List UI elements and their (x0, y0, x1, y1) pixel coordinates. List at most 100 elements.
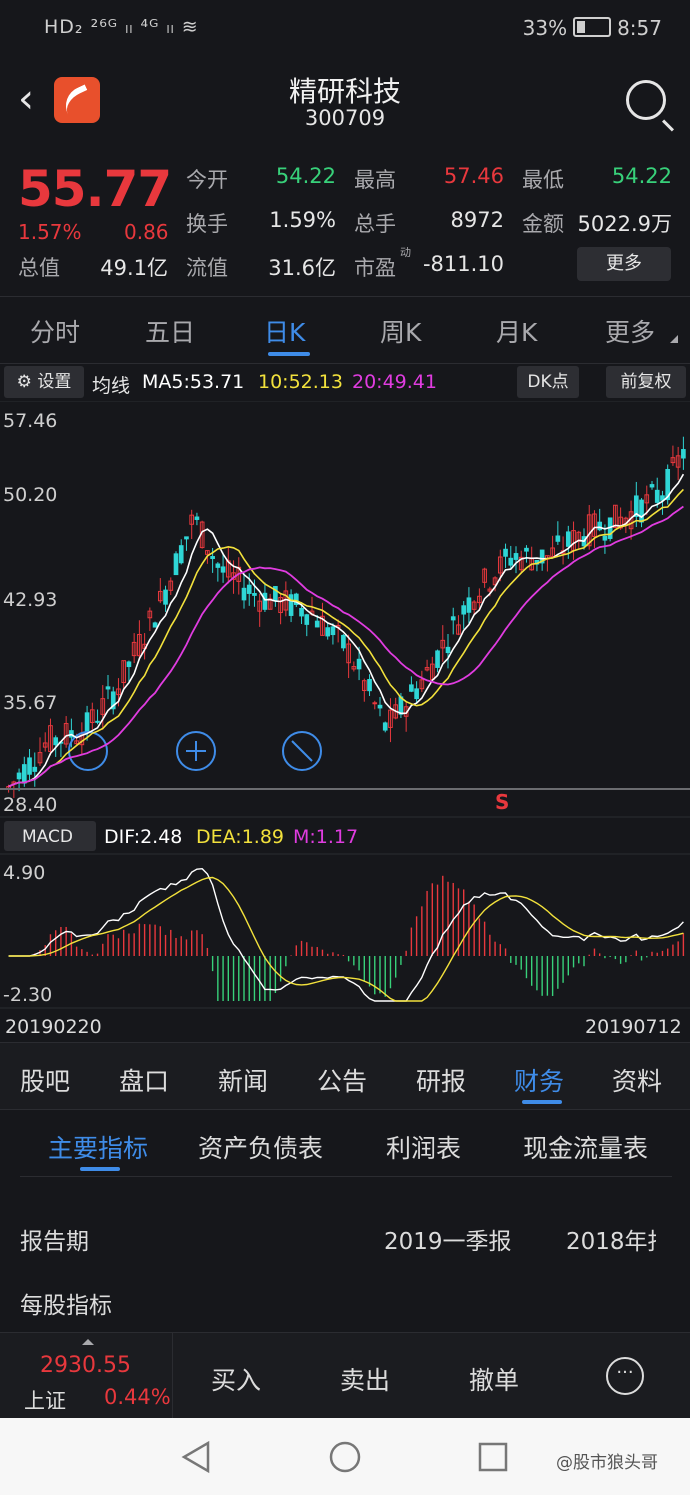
macd-label: MACD (22, 827, 73, 847)
tab-news[interactable]: 新闻 (218, 1062, 268, 1098)
candle (356, 658, 362, 670)
m-value: M:1.17 (293, 826, 358, 848)
y-tick-label: 50.20 (3, 484, 57, 506)
candle (105, 686, 111, 690)
tab-balance-sheet[interactable]: 资产负债表 (198, 1129, 323, 1165)
clock: 8:57 (617, 16, 662, 40)
stat-label: 换手 (186, 212, 228, 236)
tab-cash-flow[interactable]: 现金流量表 (523, 1129, 648, 1165)
candle (53, 737, 59, 746)
stat-pe: -811.10 (422, 252, 504, 276)
watermark: @股市狼头哥 (556, 1453, 658, 1473)
candle (84, 712, 90, 734)
x-start-date: 20190220 (5, 1016, 102, 1038)
corner-triangle-icon (670, 335, 678, 343)
dk-point-button[interactable]: DK点 (517, 366, 579, 398)
nav-recents-icon[interactable] (476, 1440, 510, 1474)
index-percent: 0.44% (104, 1385, 171, 1409)
more-icon[interactable]: ··· (606, 1357, 644, 1395)
candle (508, 557, 514, 566)
buy-button[interactable]: 买入 (211, 1361, 261, 1397)
battery-percent: 33% (522, 16, 568, 40)
active-subtab-indicator (80, 1167, 120, 1171)
y-tick-label: 57.46 (3, 410, 57, 432)
status-right: 33% 8:57 (523, 16, 662, 40)
candle (681, 449, 686, 459)
candle (32, 766, 38, 772)
fq-button[interactable]: 前复权 (606, 366, 686, 398)
tab-notice[interactable]: 公告 (317, 1062, 367, 1098)
candle (639, 499, 644, 523)
divider (20, 1176, 672, 1177)
candle (597, 521, 603, 531)
kline-chart[interactable]: 57.46 50.20 42.93 35.67 28.40 S MACD DIF… (0, 401, 690, 1041)
settings-button[interactable]: ⚙ 设置 (4, 366, 84, 398)
candle (304, 614, 310, 625)
app-header: ‹ 精研科技 300709 (0, 58, 690, 148)
kline-tabs: 分时 五日 日K 周K 月K 更多 (0, 297, 690, 364)
candle (173, 553, 179, 576)
tab-key-indicators[interactable]: 主要指标 (48, 1129, 148, 1165)
search-icon[interactable] (626, 80, 666, 120)
candle (330, 626, 336, 636)
tab-more[interactable]: 更多 (605, 313, 655, 349)
candle (341, 634, 346, 649)
tab-weekly-k[interactable]: 周K (380, 313, 421, 349)
report-period-q1[interactable]: 2019一季报 (384, 1222, 512, 1256)
more-button[interactable]: 更多 (577, 247, 671, 281)
tab-research[interactable]: 研报 (416, 1062, 466, 1098)
candle (215, 563, 221, 568)
candle (241, 587, 247, 601)
network-indicators: HD₂ ²⁶ᴳ ₗₗ ⁴ᴳ ₗₗ ≋ (44, 16, 199, 38)
candle (503, 548, 508, 557)
candle (450, 616, 456, 621)
report-period-annual[interactable]: 2018年报 (566, 1222, 656, 1256)
tab-intraday[interactable]: 分时 (30, 313, 80, 349)
candle (184, 536, 189, 540)
candle (252, 593, 257, 596)
ma10-value: 10:52.13 (258, 371, 343, 393)
finance-sub-tabs: 主要指标 资产负债表 利润表 现金流量表 (0, 1109, 690, 1177)
tab-guba[interactable]: 股吧 (20, 1062, 70, 1098)
stat-label: 市盈 (354, 256, 396, 280)
tab-daily-k[interactable]: 日K (264, 313, 305, 349)
y-tick-label: 28.40 (3, 794, 57, 816)
tab-finance[interactable]: 财务 (514, 1062, 564, 1098)
cancel-order-button[interactable]: 撤单 (469, 1361, 519, 1397)
candle (372, 702, 378, 705)
stat-amount: 5022.9万 (577, 212, 672, 236)
stat-float-cap: 31.6亿 (268, 256, 336, 280)
tab-monthly-k[interactable]: 月K (496, 313, 537, 349)
candle (654, 489, 660, 503)
function-tabs: 股吧 盘口 新闻 公告 研报 财务 资料 (0, 1042, 690, 1110)
candle (602, 535, 608, 541)
tab-pankou[interactable]: 盘口 (119, 1062, 169, 1098)
candle (16, 772, 22, 780)
candle (314, 620, 320, 628)
sell-button[interactable]: 卖出 (340, 1361, 390, 1397)
candle (555, 535, 561, 542)
candle (126, 661, 132, 668)
index-value[interactable]: 2930.55 (40, 1353, 131, 1378)
battery-icon (573, 17, 612, 37)
section-title: 每股指标 (20, 1293, 112, 1319)
stat-label: 流值 (186, 256, 228, 280)
expand-up-icon[interactable] (82, 1339, 94, 1345)
tab-profile[interactable]: 资料 (612, 1062, 662, 1098)
ma5-line (8, 473, 685, 788)
sell-signal: S (495, 790, 509, 814)
candle (461, 605, 467, 615)
nav-back-icon[interactable] (180, 1440, 214, 1474)
candle (466, 597, 472, 613)
candle (649, 484, 655, 488)
candle (409, 684, 414, 692)
candle (288, 594, 294, 616)
ma20-value: 20:49.41 (352, 371, 437, 393)
nav-home-icon[interactable] (328, 1440, 362, 1474)
tab-five-day[interactable]: 五日 (145, 313, 195, 349)
tab-income-statement[interactable]: 利润表 (386, 1129, 461, 1165)
candle (367, 679, 372, 692)
stat-label: 金额 (522, 212, 564, 236)
active-tab-indicator (522, 1100, 562, 1104)
dea-value: DEA:1.89 (196, 826, 284, 848)
